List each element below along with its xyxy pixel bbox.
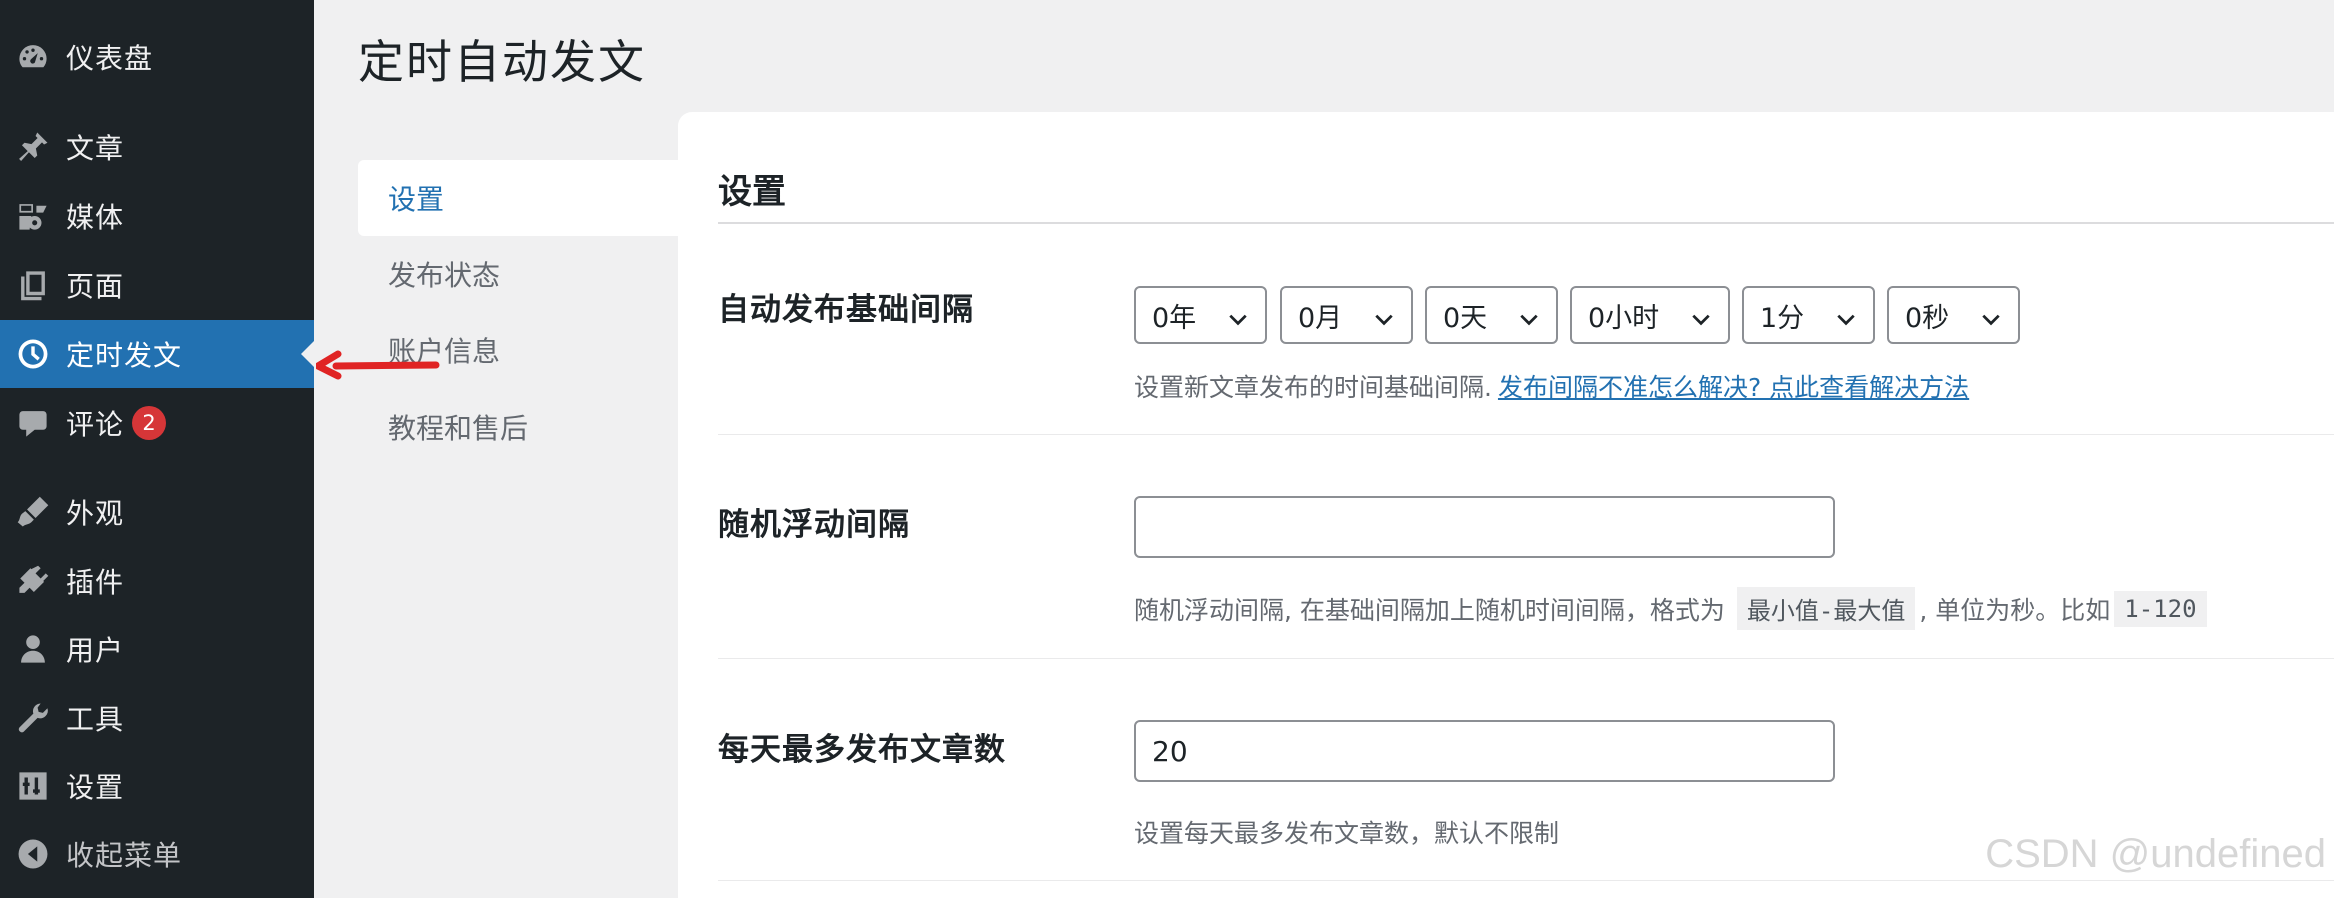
chevron-down-icon <box>1227 306 1249 328</box>
page-title: 定时自动发文 <box>358 35 646 89</box>
chevron-down-icon <box>1835 306 1857 328</box>
dashboard-icon <box>0 23 66 91</box>
sidebar-item-label: 设置 <box>66 771 125 804</box>
format-code: 最小值-最大值 <box>1736 587 1916 630</box>
sidebar-item-label: 仪表盘 <box>66 42 154 75</box>
sidebar-item-pages[interactable]: 页面 <box>0 251 314 319</box>
field-label-daily-max: 每天最多发布文章数 <box>718 732 1006 768</box>
admin-sidebar: 仪表盘 文章 媒体 页面 定时发文 评论 2 外观 插件 用户 工具 设置 收起… <box>0 0 314 898</box>
sidebar-item-scheduled-posts[interactable]: 定时发文 <box>0 320 314 388</box>
sidebar-item-label: 插件 <box>66 566 125 599</box>
field-desc-base-interval: 设置新文章发布的时间基础间隔. 发布间隔不准怎么解决? 点此查看解决方法 <box>1134 368 1969 404</box>
watermark: CSDN @undefined <box>1985 832 2326 876</box>
user-icon <box>0 615 66 683</box>
sidebar-collapse-menu[interactable]: 收起菜单 <box>0 820 314 888</box>
sidebar-item-settings[interactable]: 设置 <box>0 752 314 820</box>
settings-icon <box>0 752 66 820</box>
clock-icon <box>0 320 66 388</box>
sidebar-item-label: 外观 <box>66 497 125 530</box>
select-seconds[interactable]: 0秒 <box>1887 286 2020 344</box>
row-divider <box>718 658 2334 659</box>
section-divider <box>718 222 2334 224</box>
page-icon <box>0 251 66 319</box>
select-years[interactable]: 0年 <box>1134 286 1267 344</box>
tab-tutorial-support[interactable]: 教程和售后 <box>358 389 678 465</box>
select-months[interactable]: 0月 <box>1280 286 1413 344</box>
section-title: 设置 <box>718 172 786 212</box>
pin-icon <box>0 113 66 181</box>
wrench-icon <box>0 684 66 752</box>
chevron-down-icon <box>1518 306 1540 328</box>
field-label-base-interval: 自动发布基础间隔 <box>718 292 974 328</box>
random-interval-input[interactable] <box>1134 496 1835 558</box>
chevron-down-icon <box>1980 306 2002 328</box>
sidebar-item-tools[interactable]: 工具 <box>0 684 314 752</box>
sidebar-item-posts[interactable]: 文章 <box>0 113 314 181</box>
field-desc-random-interval: 随机浮动间隔, 在基础间隔加上随机时间间隔，格式为 最小值-最大值 , 单位为秒… <box>1134 587 2211 630</box>
sidebar-item-dashboard[interactable]: 仪表盘 <box>0 23 314 91</box>
select-days[interactable]: 0天 <box>1425 286 1558 344</box>
sidebar-item-comments[interactable]: 评论 2 <box>0 389 314 457</box>
sidebar-item-label: 文章 <box>66 132 125 165</box>
field-desc-daily-max: 设置每天最多发布文章数，默认不限制 <box>1134 819 1560 848</box>
media-icon <box>0 182 66 250</box>
select-minutes[interactable]: 1分 <box>1742 286 1875 344</box>
chevron-down-icon <box>1373 306 1395 328</box>
comment-count-badge: 2 <box>132 406 167 440</box>
annotation-arrow <box>316 350 440 380</box>
sidebar-item-label: 定时发文 <box>66 339 183 372</box>
sidebar-item-label: 评论 <box>66 408 125 441</box>
sidebar-item-plugins[interactable]: 插件 <box>0 547 314 615</box>
sidebar-item-media[interactable]: 媒体 <box>0 182 314 250</box>
brush-icon <box>0 478 66 546</box>
sidebar-item-label: 媒体 <box>66 201 125 234</box>
collapse-icon <box>0 820 66 888</box>
sidebar-item-label: 页面 <box>66 270 125 303</box>
tab-publish-status[interactable]: 发布状态 <box>358 236 678 312</box>
sidebar-item-label: 收起菜单 <box>66 839 183 872</box>
tab-settings[interactable]: 设置 <box>358 160 678 236</box>
help-link[interactable]: 发布间隔不准怎么解决? 点此查看解决方法 <box>1498 368 1969 404</box>
field-label-random-interval: 随机浮动间隔 <box>718 507 910 543</box>
daily-max-input[interactable]: 20 <box>1134 720 1835 782</box>
example-code: 1-120 <box>2114 590 2207 627</box>
sidebar-item-label: 工具 <box>66 703 125 736</box>
row-divider <box>718 434 2334 435</box>
sidebar-item-label: 用户 <box>66 634 125 667</box>
sidebar-item-appearance[interactable]: 外观 <box>0 478 314 546</box>
row-divider <box>718 880 2334 881</box>
select-hours[interactable]: 0小时 <box>1570 286 1730 344</box>
chevron-down-icon <box>1690 306 1712 328</box>
plugin-icon <box>0 547 66 615</box>
sidebar-item-users[interactable]: 用户 <box>0 615 314 683</box>
comment-icon <box>0 389 66 457</box>
